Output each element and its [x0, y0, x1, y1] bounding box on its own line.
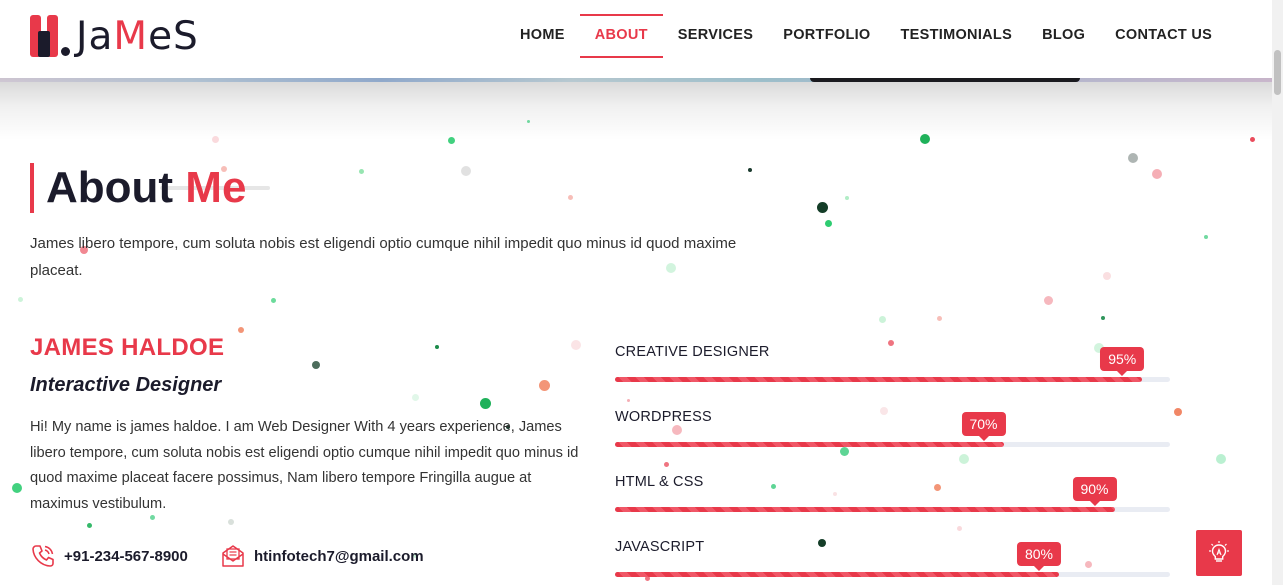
nav-testimonials[interactable]: TESTIMONIALS [886, 14, 1028, 58]
particle-dot [571, 340, 581, 350]
lightbulb-icon [1209, 541, 1229, 562]
site-header: JaMeS HOME ABOUT SERVICES PORTFOLIO TEST… [0, 0, 1272, 78]
contact-phone[interactable]: +91-234-567-8900 [30, 542, 188, 570]
skill-label: CREATIVE DESIGNER [615, 344, 770, 360]
floating-action-button[interactable] [1196, 530, 1242, 576]
particle-dot [1174, 408, 1182, 416]
particle-dot [1152, 169, 1162, 179]
skill-progress-fill [615, 572, 1059, 577]
particle-dot [845, 196, 849, 200]
particle-dot [538, 379, 550, 391]
header-shadow [0, 78, 1272, 140]
particle-dot [1101, 316, 1105, 320]
logo-text-part: eS [148, 13, 199, 59]
particle-dot [878, 315, 886, 323]
skill-label: WORDPRESS [615, 409, 712, 425]
contact-email[interactable]: htinfotech7@gmail.com [220, 542, 424, 570]
skill-item: JAVASCRIPT 80% [615, 535, 1170, 585]
particle-dot [1128, 153, 1138, 163]
particle-dot [86, 522, 92, 528]
logo-text: JaMeS [76, 17, 199, 56]
skill-percent-badge: 80% [1016, 542, 1062, 571]
particle-dot [312, 361, 320, 369]
nav-home[interactable]: HOME [505, 14, 580, 58]
particle-dot [447, 136, 455, 144]
title-main: About [46, 163, 186, 212]
skill-progress-track [615, 377, 1170, 382]
particle-dot [12, 483, 22, 493]
particle-dot [270, 297, 276, 303]
nav-about[interactable]: ABOUT [579, 14, 663, 58]
particle-dot [1216, 454, 1226, 464]
skill-label: JAVASCRIPT [615, 539, 705, 555]
page-scrollbar[interactable] [1272, 0, 1283, 585]
skill-percent-badge: 90% [1072, 477, 1117, 506]
skill-percent-badge: 95% [1100, 347, 1145, 376]
skill-label: HTML & CSS [615, 474, 704, 490]
nav-portfolio[interactable]: PORTFOLIO [768, 14, 885, 58]
particle-dot [1204, 235, 1208, 239]
particle-dot [816, 201, 828, 213]
logo-text-accent: M [113, 13, 149, 59]
particle-dot [1249, 136, 1255, 142]
particle-dot [461, 166, 471, 176]
skill-progress-track [615, 572, 1170, 577]
particle-dot [411, 393, 419, 401]
particle-dot [1043, 295, 1053, 305]
skill-progress-fill [615, 377, 1143, 382]
particle-dot [1103, 272, 1111, 280]
particle-dot [358, 168, 364, 174]
particle-dot [824, 219, 832, 227]
title-accent: Me [185, 163, 247, 212]
phone-icon [32, 545, 54, 567]
person-role: Interactive Designer [30, 374, 222, 396]
logo-text-part: Ja [76, 13, 114, 59]
page-title: About Me [46, 166, 246, 210]
nav-services[interactable]: SERVICES [663, 14, 768, 58]
about-intro: James libero tempore, cum soluta nobis e… [30, 235, 737, 279]
particle-dot [920, 134, 930, 144]
person-name: JAMES HALDOE [30, 334, 225, 361]
skills-list: CREATIVE DESIGNER 95% WORDPRESS 70% HTML… [615, 340, 1170, 585]
skill-item: CREATIVE DESIGNER 95% [615, 340, 1170, 405]
main-nav: HOME ABOUT SERVICES PORTFOLIO TESTIMONIA… [505, 14, 1227, 58]
person-bio: Hi! My name is james haldoe. I am Web De… [30, 419, 579, 513]
nav-blog[interactable]: BLOG [1027, 14, 1100, 58]
scrollbar-thumb[interactable] [1274, 50, 1281, 95]
phone-number: +91-234-567-8900 [64, 547, 188, 565]
particle-dot [936, 315, 942, 321]
site-logo[interactable]: JaMeS [30, 12, 199, 60]
particle-dot [479, 397, 491, 409]
particle-dot [567, 194, 573, 200]
envelope-icon [222, 545, 244, 567]
skill-percent-badge: 70% [961, 412, 1006, 441]
email-address: htinfotech7@gmail.com [254, 547, 424, 565]
nav-contact-us[interactable]: CONTACT US [1100, 14, 1227, 58]
section-title: About Me [30, 163, 246, 213]
particle-dot [211, 135, 219, 143]
title-accent-bar [30, 163, 34, 213]
skill-progress-fill [615, 442, 1004, 447]
skill-progress-track [615, 442, 1170, 447]
particle-dot [435, 345, 439, 349]
skill-item: HTML & CSS 90% [615, 470, 1170, 535]
particle-dot [238, 327, 244, 333]
skill-item: WORDPRESS 70% [615, 405, 1170, 470]
particle-dot [748, 168, 752, 172]
skill-progress-fill [615, 507, 1115, 512]
skill-progress-track [615, 507, 1170, 512]
particle-dot [228, 519, 234, 525]
particle-dot [17, 296, 23, 302]
logo-mark-icon [30, 13, 74, 59]
particle-dot [526, 119, 530, 123]
